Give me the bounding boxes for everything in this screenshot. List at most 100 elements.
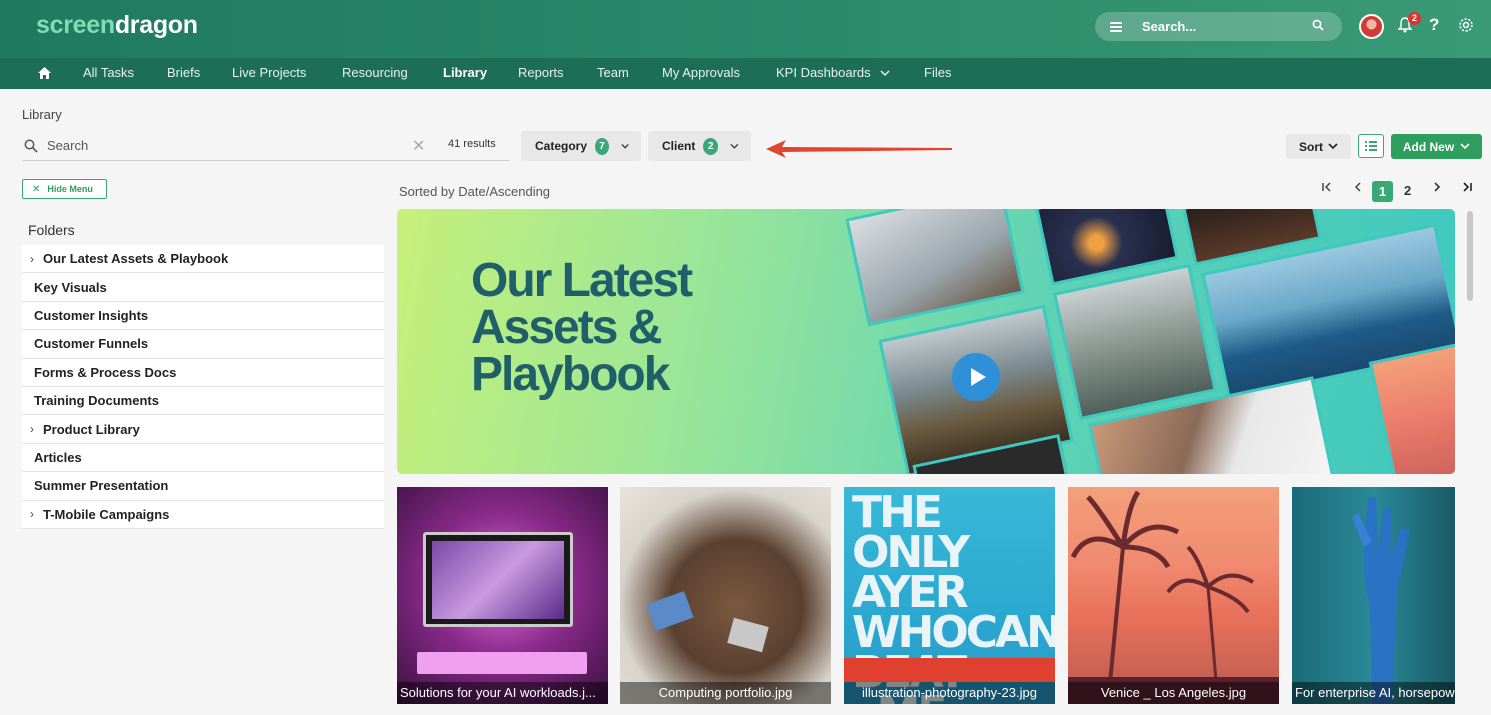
nav-live-projects[interactable]: Live Projects <box>232 65 306 80</box>
client-filter-dropdown[interactable]: Client 2 <box>648 131 751 161</box>
banner-title: Our Latest Assets & Playbook <box>471 254 693 401</box>
asset-thumbnail <box>423 532 573 627</box>
annotation-arrow <box>766 140 952 158</box>
asset-card[interactable]: Computing portfolio.jpg <box>620 487 831 704</box>
asset-card[interactable]: Venice _ Los Angeles.jpg <box>1068 487 1279 704</box>
search-icon[interactable] <box>1312 18 1324 36</box>
sorted-by-label: Sorted by Date/Ascending <box>399 184 551 199</box>
nav-all-tasks[interactable]: All Tasks <box>83 65 134 80</box>
featured-banner[interactable]: Our Latest Assets & Playbook <box>397 209 1455 474</box>
folder-item[interactable]: Articles <box>22 443 384 473</box>
folder-label: Customer Insights <box>34 307 149 323</box>
nav-kpi-dashboards[interactable]: KPI Dashboards <box>776 65 890 80</box>
folder-item[interactable]: Customer Funnels <box>22 330 384 359</box>
folders-heading: Folders <box>28 222 75 238</box>
folder-label: Customer Funnels <box>34 336 149 352</box>
asset-thumbnail <box>646 591 694 631</box>
asset-thumbnail <box>727 617 769 653</box>
global-search-input[interactable]: Search... <box>1142 19 1312 34</box>
user-avatar[interactable] <box>1359 14 1384 39</box>
add-new-button[interactable]: Add New <box>1391 134 1482 159</box>
folder-item[interactable]: Key Visuals <box>22 273 384 302</box>
asset-name: illustration-photography-23.jpg <box>844 682 1055 704</box>
asset-name: Solutions for your AI workloads.j... <box>397 682 608 704</box>
sort-button[interactable]: Sort <box>1286 134 1351 159</box>
page-2-button[interactable]: 2 <box>1404 183 1411 198</box>
asset-thumbnail-robot-hand <box>1352 497 1410 704</box>
asset-name: Computing portfolio.jpg <box>620 682 831 704</box>
settings-gear-icon[interactable] <box>1458 17 1474 38</box>
asset-card[interactable]: Solutions for your AI workloads.j... <box>397 487 608 704</box>
library-search-input[interactable]: Search <box>47 138 88 153</box>
banner-photo <box>1053 263 1217 421</box>
client-count-badge: 2 <box>703 137 719 155</box>
nav-my-approvals[interactable]: My Approvals <box>662 65 740 80</box>
asset-name: Venice _ Los Angeles.jpg <box>1068 682 1279 704</box>
folder-label: Our Latest Assets & Playbook <box>43 251 229 267</box>
banner-photo <box>845 209 1025 327</box>
breadcrumb: Library <box>22 107 62 122</box>
nav-briefs[interactable]: Briefs <box>167 65 200 80</box>
global-search[interactable]: Search... <box>1095 12 1342 41</box>
folder-item[interactable]: › T-Mobile Campaigns <box>22 500 384 529</box>
menu-icon[interactable] <box>1110 21 1122 32</box>
folder-label: Forms & Process Docs <box>34 364 177 380</box>
notification-count-badge: 2 <box>1408 12 1421 25</box>
home-icon[interactable] <box>37 66 52 85</box>
chevron-right-icon[interactable]: › <box>30 507 40 521</box>
hide-menu-button[interactable]: ✕ Hide Menu <box>22 179 107 199</box>
top-header: screendragon Search... 2 ? <box>0 0 1491 58</box>
folder-item[interactable]: › Our Latest Assets & Playbook <box>22 245 384 274</box>
folder-item[interactable]: › Product Library <box>22 415 384 444</box>
add-new-label: Add New <box>1402 139 1455 154</box>
clear-search-icon[interactable]: ✕ <box>412 136 425 156</box>
nav-team[interactable]: Team <box>597 65 629 80</box>
first-page-icon[interactable] <box>1321 181 1333 196</box>
category-filter-label: Category <box>535 139 588 153</box>
last-page-icon[interactable] <box>1461 181 1473 196</box>
main-nav: All Tasks Briefs Live Projects Resourcin… <box>0 58 1491 89</box>
folder-label: Summer Presentation <box>34 478 169 494</box>
category-filter-dropdown[interactable]: Category 7 <box>521 131 641 161</box>
chevron-right-icon[interactable]: › <box>30 422 40 436</box>
previous-page-icon[interactable] <box>1352 181 1364 196</box>
close-icon: ✕ <box>32 183 41 195</box>
folder-label: T-Mobile Campaigns <box>43 506 170 522</box>
folder-item[interactable]: Customer Insights <box>22 301 384 331</box>
next-page-icon[interactable] <box>1431 181 1443 196</box>
results-count: 41 results <box>448 138 496 150</box>
library-search[interactable]: Search ✕ 41 results <box>22 133 509 161</box>
page-1-button[interactable]: 1 <box>1372 181 1393 202</box>
folder-label: Training Documents <box>34 393 159 409</box>
list-view-icon <box>1365 141 1377 151</box>
folder-label: Key Visuals <box>34 279 107 295</box>
asset-thumbnail-keyboard <box>417 652 587 674</box>
nav-library[interactable]: Library <box>443 65 487 80</box>
asset-card[interactable]: For enterprise AI, horsepow <box>1292 487 1455 704</box>
scrollbar[interactable] <box>1467 211 1473 301</box>
chevron-right-icon[interactable]: › <box>30 252 40 266</box>
play-video-icon[interactable] <box>952 353 1000 401</box>
search-icon <box>24 139 38 158</box>
folder-list: › Our Latest Assets & Playbook Key Visual… <box>22 245 384 529</box>
nav-files[interactable]: Files <box>924 65 951 80</box>
folder-label: Product Library <box>43 421 140 437</box>
sort-label: Sort <box>1299 139 1323 154</box>
banner-photo <box>1368 339 1455 474</box>
chevron-down-icon <box>730 143 739 149</box>
nav-resourcing[interactable]: Resourcing <box>342 65 408 80</box>
help-icon[interactable]: ? <box>1429 15 1439 35</box>
asset-name: For enterprise AI, horsepow <box>1292 682 1455 704</box>
asset-card[interactable]: THEONLYAYERWHOCANBEAT ME illustration-ph… <box>844 487 1055 704</box>
category-count-badge: 7 <box>595 137 609 155</box>
list-view-button[interactable] <box>1358 134 1384 158</box>
folder-item[interactable]: Forms & Process Docs <box>22 358 384 387</box>
client-filter-label: Client <box>662 139 696 153</box>
nav-kpi-dashboards-label: KPI Dashboards <box>776 65 871 80</box>
asset-thumbnail-palms <box>1068 490 1279 704</box>
folder-item[interactable]: Training Documents <box>22 386 384 416</box>
folder-item[interactable]: Summer Presentation <box>22 472 384 501</box>
app-logo[interactable]: screendragon <box>36 11 198 40</box>
nav-reports[interactable]: Reports <box>518 65 564 80</box>
chevron-down-icon <box>880 70 890 77</box>
